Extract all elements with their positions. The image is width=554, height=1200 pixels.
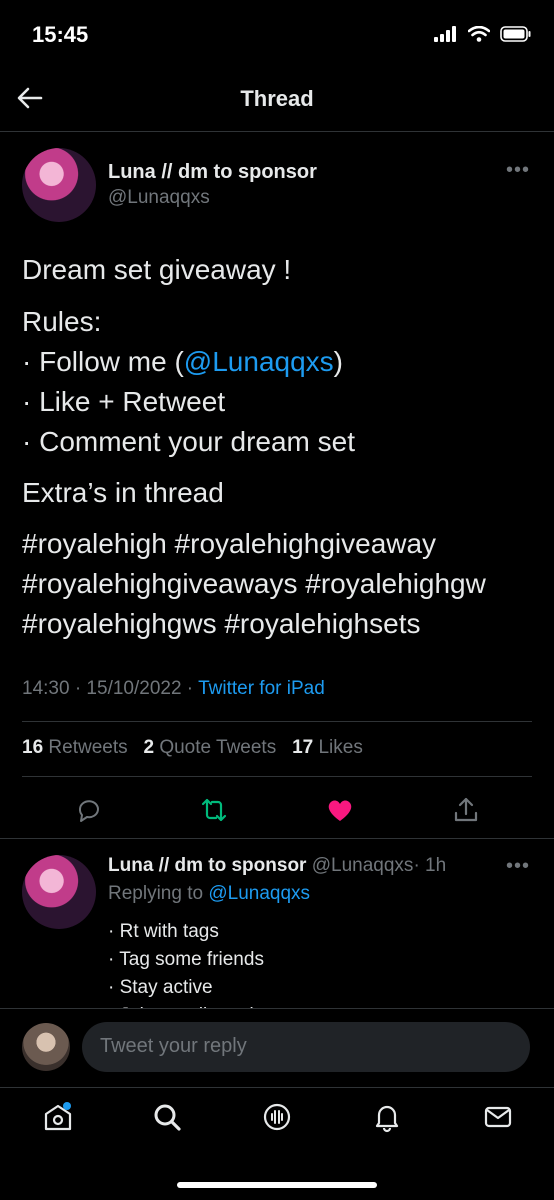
tweet-line: · Follow me (@Lunaqqxs) [22,342,532,382]
divider [0,1087,554,1088]
reply-author-handle[interactable]: @Lunaqqxs [312,855,414,876]
quotes-stat[interactable]: 2 Quote Tweets [143,737,276,758]
rule-text: ) [333,346,343,377]
more-icon[interactable]: ••• [506,159,530,182]
rule-text: · Follow me ( [22,346,184,377]
author-name[interactable]: Luna // dm to sponsor [108,161,317,184]
share-icon[interactable] [451,795,481,825]
search-icon[interactable] [151,1101,183,1133]
reply-line: · Tag some friends [108,949,264,970]
page-title: Thread [240,86,314,111]
status-icons [434,26,532,42]
reply-avatar[interactable] [22,855,96,929]
replying-to-handle[interactable]: @Lunaqqxs [208,883,310,904]
tweet-line: · Comment your dream set [22,426,355,457]
status-time: 15:45 [32,22,89,47]
spaces-icon[interactable] [261,1101,293,1133]
source-link[interactable]: Twitter for iPad [198,678,325,699]
retweets-stat[interactable]: 16 Retweets [22,737,128,758]
tweet-line: Extra’s in thread [22,477,224,508]
reply-header: Luna // dm to sponsor @Lunaqqxs· 1h [108,855,446,877]
divider [0,838,554,839]
reply-icon[interactable] [74,795,104,825]
retweet-icon[interactable] [199,795,229,825]
reply-time: · 1h [413,855,447,876]
header-divider [0,131,554,132]
author-handle[interactable]: @Lunaqqxs [108,187,210,209]
messages-icon[interactable] [482,1101,514,1133]
divider [22,776,532,777]
divider [22,721,532,722]
user-avatar[interactable] [22,1023,70,1071]
hashtag-line[interactable]: #royalehigh #royalehighgiveaway [22,524,532,564]
mention-link[interactable]: @Lunaqqxs [184,346,334,377]
home-indicator [177,1182,377,1188]
replying-to: Replying to @Lunaqqxs [108,883,311,904]
avatar[interactable] [22,148,96,222]
likes-stat[interactable]: 17 Likes [292,737,363,758]
reply-author-name[interactable]: Luna // dm to sponsor [108,855,306,876]
battery-icon [500,26,531,42]
timestamp: 14:30 · 15/10/2022 · [22,678,199,699]
signal-icon [434,26,456,42]
hashtag-line[interactable]: #royalehighgws #royalehighsets [22,604,532,644]
reply-line: · Rt with tags [108,921,219,942]
tweet-stats: 16 Retweets 2 Quote Tweets 17 Likes [22,737,363,759]
notifications-icon[interactable] [371,1101,403,1133]
home-icon[interactable] [42,1101,74,1133]
tweet-meta: 14:30 · 15/10/2022 · Twitter for iPad [22,678,325,700]
reply-line: · Stay active [108,977,213,998]
tweet-line: Dream set giveaway ! [22,254,292,285]
hashtag-line[interactable]: #royalehighgiveaways #royalehighgw [22,564,532,604]
reply-placeholder: Tweet your reply [100,1035,247,1057]
more-icon[interactable]: ••• [506,855,530,878]
tweet-line: · Like + Retweet [22,386,226,417]
tweet-line: Rules: [22,306,102,337]
wifi-icon [468,26,490,42]
like-icon[interactable] [325,795,355,825]
